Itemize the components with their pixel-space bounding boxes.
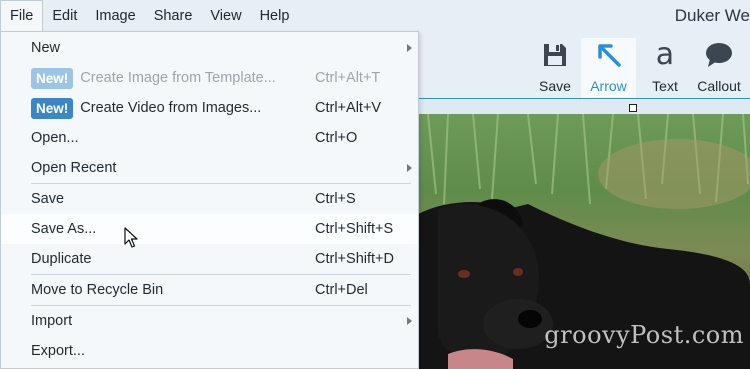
- new-badge: New!: [31, 67, 74, 89]
- menu-item-save[interactable]: Save Ctrl+S: [1, 184, 418, 214]
- resize-handle[interactable]: [629, 104, 637, 112]
- menu-image[interactable]: Image: [86, 0, 144, 32]
- shortcut-text: Ctrl+S: [315, 191, 356, 207]
- menu-item-new[interactable]: New: [1, 33, 418, 63]
- submenu-arrow-icon: [407, 164, 412, 172]
- save-icon: [541, 38, 569, 72]
- menu-item-create-image-from-template: New! Create Image from Template... Ctrl+…: [1, 63, 418, 93]
- menu-item-open-recent[interactable]: Open Recent: [1, 153, 418, 183]
- arrow-icon: [595, 38, 623, 72]
- text-tool-button[interactable]: a Text: [643, 38, 687, 100]
- menu-item-label: Create Image from Template...: [80, 70, 276, 86]
- file-menu-dropdown: New New! Create Image from Template... C…: [0, 31, 419, 369]
- menu-bar: File Edit Image Share View Help: [0, 0, 750, 32]
- shortcut-text: Ctrl+O: [315, 130, 358, 146]
- menu-item-label: Move to Recycle Bin: [31, 282, 164, 298]
- menu-item-create-video-from-images[interactable]: New! Create Video from Images... Ctrl+Al…: [1, 93, 418, 123]
- callout-tool-label: Callout: [697, 78, 741, 94]
- menu-item-label: Open...: [31, 130, 79, 146]
- window-title: Duker We: [674, 6, 750, 25]
- arrow-tool-button[interactable]: Arrow: [581, 38, 636, 100]
- menu-item-duplicate[interactable]: Duplicate Ctrl+Shift+D: [1, 244, 418, 274]
- shortcut-text: Ctrl+Alt+T: [315, 70, 381, 86]
- menu-item-label: Import: [31, 313, 73, 329]
- callout-tool-button[interactable]: Callout: [693, 38, 745, 100]
- menu-item-label: Open Recent: [31, 160, 117, 176]
- new-badge: New!: [31, 97, 74, 119]
- menu-item-export[interactable]: Export...: [1, 336, 418, 366]
- submenu-arrow-icon: [407, 44, 412, 52]
- menu-item-label: Save As...: [31, 221, 97, 237]
- menu-item-label: Export...: [31, 343, 85, 359]
- text-icon: a: [656, 38, 674, 72]
- selection-border: [418, 98, 750, 99]
- shortcut-text: Ctrl+Del: [315, 282, 368, 298]
- menu-edit[interactable]: Edit: [43, 0, 86, 32]
- menu-share[interactable]: Share: [145, 0, 202, 32]
- shortcut-text: Ctrl+Alt+V: [315, 100, 382, 116]
- menu-file[interactable]: File: [0, 0, 44, 32]
- shortcut-text: Ctrl+Shift+S: [315, 221, 394, 237]
- menu-item-open[interactable]: Open... Ctrl+O: [1, 123, 418, 153]
- menu-item-import[interactable]: Import: [1, 306, 418, 336]
- menu-item-label: Save: [31, 191, 65, 207]
- save-tool-label: Save: [539, 78, 571, 94]
- menu-help[interactable]: Help: [251, 0, 299, 32]
- submenu-arrow-icon: [407, 317, 412, 325]
- shortcut-text: Ctrl+Shift+D: [315, 251, 394, 267]
- callout-icon: [704, 38, 734, 72]
- text-icon-glyph: a: [655, 37, 675, 72]
- text-tool-label: Text: [652, 78, 678, 94]
- watermark-text: groovyPost.com: [544, 321, 744, 349]
- image-canvas[interactable]: groovyPost.com: [418, 114, 750, 369]
- arrow-tool-label: Arrow: [590, 78, 627, 94]
- menu-view[interactable]: View: [201, 0, 250, 32]
- menu-item-label: Duplicate: [31, 251, 92, 267]
- save-tool-button[interactable]: Save: [533, 38, 577, 100]
- menu-item-new-label: New: [31, 40, 61, 56]
- menu-item-move-to-recycle-bin[interactable]: Move to Recycle Bin Ctrl+Del: [1, 275, 418, 305]
- menu-item-save-as[interactable]: Save As... Ctrl+Shift+S: [1, 214, 418, 244]
- menu-item-label: Create Video from Images...: [80, 100, 262, 116]
- mouse-pointer-icon: [124, 227, 138, 252]
